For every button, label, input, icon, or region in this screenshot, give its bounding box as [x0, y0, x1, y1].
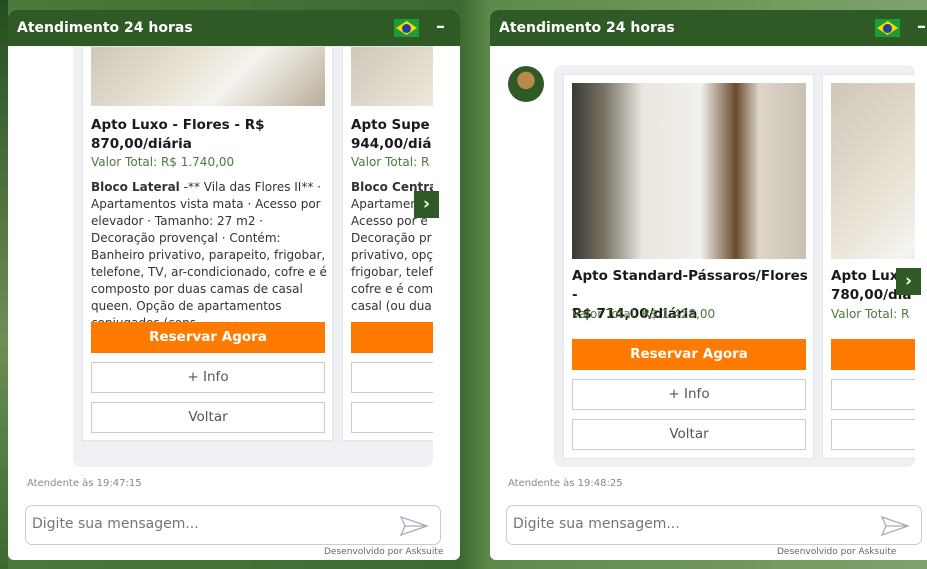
room-total: Valor Total: R	[351, 155, 430, 169]
room-total: Valor Total: R	[831, 307, 910, 321]
room-card: Apto Supe 944,00/diá Valor Total: R Bloc…	[342, 46, 433, 441]
minimize-icon[interactable]: –	[436, 16, 445, 37]
room-total: Valor Total: R$ 1.740,00	[91, 155, 235, 169]
chat-window-right: Atendimento 24 horas – Apto Standard-Pás…	[490, 10, 927, 560]
brazil-flag-icon[interactable]	[875, 19, 900, 37]
send-icon[interactable]	[400, 516, 428, 536]
back-button[interactable]	[831, 419, 915, 450]
message-input-box[interactable]	[25, 505, 441, 545]
back-button[interactable]: Voltar	[91, 402, 325, 433]
chat-window-left: Atendimento 24 horas – Apto Luxo - Flore…	[8, 10, 460, 560]
reserve-button[interactable]: Re	[351, 322, 433, 353]
reserve-button[interactable]: Reservar Agora	[572, 339, 806, 370]
room-image	[351, 47, 433, 106]
room-title: Apto Supe 944,00/diá	[351, 117, 432, 152]
room-carousel: Apto Standard-Pássaros/Flores - R$ 714,0…	[554, 65, 915, 467]
room-card: Apto Luxo - Flores - R$ 870,00/diária Va…	[82, 46, 333, 441]
reserve-button[interactable]: R	[831, 339, 915, 370]
message-timestamp: Atendente às 19:47:15	[27, 478, 142, 489]
room-image	[572, 83, 806, 259]
chat-title: Atendimento 24 horas	[499, 20, 675, 36]
chat-header: Atendimento 24 horas –	[8, 10, 460, 46]
chat-header: Atendimento 24 horas –	[490, 10, 927, 46]
message-timestamp: Atendente às 19:48:25	[508, 478, 623, 489]
background	[0, 0, 8, 569]
info-button[interactable]	[351, 362, 433, 393]
back-button[interactable]: Voltar	[572, 419, 806, 450]
footer-credit: Desenvolvido por Asksuite	[324, 547, 444, 557]
chevron-right-icon[interactable]: ›	[896, 268, 921, 295]
info-button[interactable]: + Info	[572, 379, 806, 410]
room-card: Apto Lux 780,00/dia Valor Total: R R	[822, 74, 915, 459]
minimize-icon[interactable]: –	[917, 16, 926, 37]
reserve-button[interactable]: Reservar Agora	[91, 322, 325, 353]
room-image	[831, 83, 915, 259]
room-total: Valor Total: R$ 1.428,00	[572, 307, 716, 321]
room-image	[91, 47, 325, 106]
send-icon[interactable]	[881, 516, 909, 536]
chat-title: Atendimento 24 horas	[17, 20, 193, 36]
footer-credit: Desenvolvido por Asksuite	[777, 547, 897, 557]
info-button[interactable]	[831, 379, 915, 410]
message-input[interactable]	[513, 516, 853, 532]
room-carousel: Apto Luxo - Flores - R$ 870,00/diária Va…	[73, 46, 433, 467]
room-card: Apto Standard-Pássaros/Flores - R$ 714,0…	[563, 74, 814, 459]
message-input[interactable]	[32, 516, 372, 532]
back-button[interactable]	[351, 402, 433, 433]
info-button[interactable]: + Info	[91, 362, 325, 393]
brazil-flag-icon[interactable]	[394, 19, 419, 37]
desc-bold: Bloco Lateral	[91, 180, 180, 194]
room-description: -** Vila das Flores II** · Apartamentos …	[91, 180, 327, 330]
avatar	[508, 66, 544, 102]
room-title: Apto Luxo - Flores - R$ 870,00/diária	[91, 117, 265, 152]
message-input-box[interactable]	[506, 505, 922, 545]
chevron-right-icon[interactable]: ›	[414, 191, 439, 218]
